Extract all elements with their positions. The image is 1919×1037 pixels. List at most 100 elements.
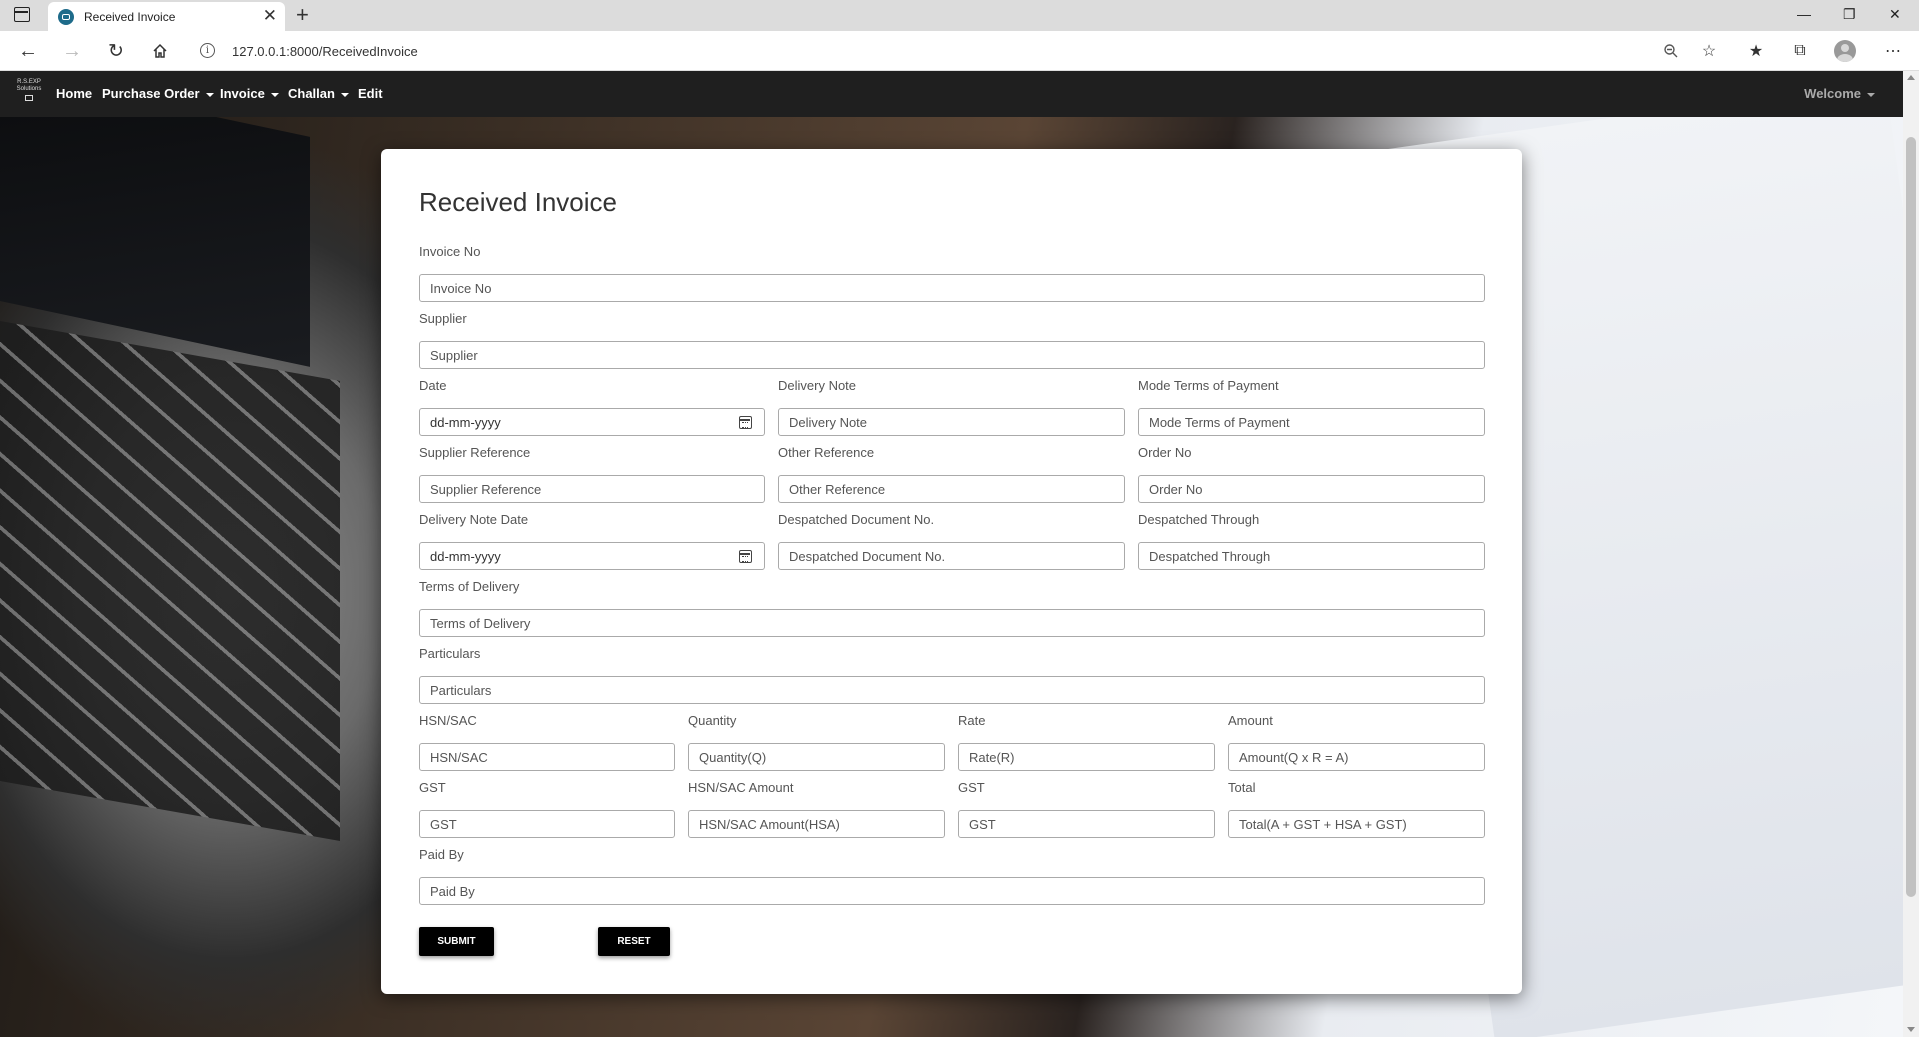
new-tab-icon[interactable]: +: [296, 2, 309, 28]
home-icon[interactable]: [148, 39, 172, 63]
order-no-box: [1138, 475, 1485, 503]
chevron-down-icon: [270, 92, 279, 97]
more-menu-icon[interactable]: ⋯: [1881, 39, 1905, 63]
paid-by-box: [419, 877, 1485, 905]
scroll-up-icon[interactable]: [1907, 75, 1915, 80]
quantity-group: Quantity: [688, 713, 945, 771]
supplier-ref-input[interactable]: [420, 476, 764, 502]
gst1-group: GST: [419, 780, 675, 838]
delivery-note-input[interactable]: [779, 409, 1124, 435]
date-input[interactable]: dd-mm-yyyy: [419, 408, 765, 436]
browser-tab-bar: Received Invoice ✕ + — ❐ ✕: [0, 0, 1919, 31]
favorites-icon[interactable]: ★: [1744, 39, 1768, 63]
quantity-box: [688, 743, 945, 771]
page-scrollbar[interactable]: [1903, 71, 1919, 1037]
hsn-amount-box: [688, 810, 945, 838]
supplier-input[interactable]: [420, 342, 1484, 368]
particulars-input[interactable]: [420, 677, 1484, 703]
url-text[interactable]: 127.0.0.1:8000/ReceivedInvoice: [232, 44, 418, 59]
supplier-group: Supplier: [419, 311, 1485, 369]
nav-invoice[interactable]: Invoice: [220, 86, 279, 101]
browser-tab[interactable]: Received Invoice ✕: [48, 2, 285, 31]
back-icon[interactable]: ←: [16, 39, 40, 63]
delivery-note-date-value: dd-mm-yyyy: [430, 549, 501, 564]
invoice-no-input[interactable]: [420, 275, 1484, 301]
rate-input[interactable]: [959, 744, 1214, 770]
delivery-note-date-label: Delivery Note Date: [419, 512, 529, 527]
supplier-ref-box: [419, 475, 765, 503]
quantity-label: Quantity: [688, 713, 737, 728]
paid-by-input[interactable]: [420, 878, 1484, 904]
browser-toolbar: ← → ↻ i 127.0.0.1:8000/ReceivedInvoice ☆…: [0, 31, 1919, 71]
zoom-icon[interactable]: [1659, 39, 1683, 63]
collections-icon[interactable]: ⧉: [1788, 39, 1812, 63]
tab-close-icon[interactable]: ✕: [263, 6, 277, 26]
add-favorite-icon[interactable]: ☆: [1697, 39, 1721, 63]
gst1-input[interactable]: [420, 811, 674, 837]
terms-delivery-label: Terms of Delivery: [419, 579, 520, 594]
refresh-icon[interactable]: ↻: [104, 39, 128, 63]
gst1-box: [419, 810, 675, 838]
calendar-icon[interactable]: [739, 550, 752, 563]
delivery-note-group: Delivery Note: [778, 378, 1125, 436]
hsn-amount-group: HSN/SAC Amount: [688, 780, 945, 838]
address-bar[interactable]: i 127.0.0.1:8000/ReceivedInvoice: [190, 36, 1670, 66]
nav-purchase-order[interactable]: Purchase Order: [102, 86, 214, 101]
hsn-amount-input[interactable]: [689, 811, 944, 837]
amount-box: [1228, 743, 1485, 771]
paid-by-label: Paid By: [419, 847, 464, 862]
hsn-sac-label: HSN/SAC: [419, 713, 477, 728]
delivery-note-date-input[interactable]: dd-mm-yyyy: [419, 542, 765, 570]
other-ref-group: Other Reference: [778, 445, 1125, 503]
gst2-input[interactable]: [959, 811, 1214, 837]
brand-logo[interactable]: R.S.EXP Solutions: [10, 79, 48, 109]
despatched-through-input[interactable]: [1139, 543, 1484, 569]
total-input[interactable]: [1229, 811, 1484, 837]
hsn-amount-label: HSN/SAC Amount: [688, 780, 794, 795]
total-box: [1228, 810, 1485, 838]
nav-home[interactable]: Home: [56, 86, 92, 101]
brand-line2: Solutions: [16, 86, 42, 92]
order-no-group: Order No: [1138, 445, 1485, 503]
mode-terms-group: Mode Terms of Payment: [1138, 378, 1485, 436]
terms-delivery-box: [419, 609, 1485, 637]
window-close-icon[interactable]: ✕: [1889, 4, 1901, 24]
profile-avatar-icon[interactable]: [1834, 40, 1856, 62]
tab-actions-icon[interactable]: [14, 7, 30, 22]
restore-icon[interactable]: ❐: [1843, 4, 1856, 24]
minimize-icon[interactable]: —: [1797, 4, 1811, 24]
rate-group: Rate: [958, 713, 1215, 771]
amount-input[interactable]: [1229, 744, 1484, 770]
total-group: Total: [1228, 780, 1485, 838]
supplier-ref-group: Supplier Reference: [419, 445, 765, 503]
despatched-doc-label: Despatched Document No.: [778, 512, 935, 527]
site-info-icon[interactable]: i: [200, 43, 215, 58]
paid-by-group: Paid By: [419, 847, 1485, 905]
reset-button[interactable]: RESET: [598, 927, 670, 956]
calendar-icon[interactable]: [739, 416, 752, 429]
despatched-doc-input[interactable]: [779, 543, 1124, 569]
quantity-input[interactable]: [689, 744, 944, 770]
despatched-doc-box: [778, 542, 1125, 570]
other-ref-label: Other Reference: [778, 445, 875, 460]
nav-edit[interactable]: Edit: [358, 86, 383, 101]
despatched-through-group: Despatched Through: [1138, 512, 1485, 570]
tab-title: Received Invoice: [84, 10, 176, 24]
order-no-label: Order No: [1138, 445, 1192, 460]
order-no-input[interactable]: [1139, 476, 1484, 502]
scroll-down-icon[interactable]: [1907, 1027, 1915, 1032]
other-ref-input[interactable]: [779, 476, 1124, 502]
submit-button[interactable]: SUBMIT: [419, 927, 494, 956]
hsn-sac-input[interactable]: [420, 744, 674, 770]
nav-welcome[interactable]: Welcome: [1804, 86, 1875, 101]
received-invoice-form: Received Invoice Invoice No Supplier Dat…: [381, 149, 1522, 994]
delivery-note-date-group: Delivery Note Date dd-mm-yyyy: [419, 512, 765, 570]
terms-delivery-input[interactable]: [420, 610, 1484, 636]
scroll-thumb[interactable]: [1906, 137, 1916, 897]
other-ref-box: [778, 475, 1125, 503]
forward-icon[interactable]: →: [60, 39, 84, 63]
brand-icon: [25, 95, 33, 101]
hsn-sac-box: [419, 743, 675, 771]
nav-challan[interactable]: Challan: [288, 86, 349, 101]
mode-terms-input[interactable]: [1139, 409, 1484, 435]
